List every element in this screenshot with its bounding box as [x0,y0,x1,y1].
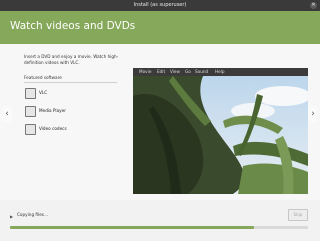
preview-menu-view: View [170,69,180,74]
vlc-icon [25,88,36,99]
install-progress-fill [10,226,255,229]
corn-field-photo [133,76,308,194]
slide-content: ‹ Insert a DVD and enjoy a movie. Watch … [0,44,320,200]
featured-divider [24,82,117,83]
close-icon[interactable]: ✕ [310,2,317,9]
expand-triangle-icon[interactable]: ▶ [10,214,13,219]
software-item-vlc: VLC [24,85,117,103]
next-slide-button[interactable]: › [308,106,318,122]
codecs-icon [25,124,36,135]
preview-menubar: Movie Edit View Go Sound Help [133,68,308,76]
window-title: Install (as superuser) [133,2,187,8]
preview-menu-edit: Edit [157,69,166,74]
software-label: VLC [39,90,48,95]
software-item-media-player: Media Player [24,103,117,121]
slide-header: Watch videos and DVDs [0,11,320,44]
featured-software-heading: Featured software [24,75,62,80]
software-item-video-codecs: Video codecs [24,121,117,139]
media-player-icon [25,106,36,117]
slide-description: Insert a DVD and enjoy a movie. Watch hi… [24,54,119,65]
previous-slide-button[interactable]: ‹ [2,106,12,122]
install-status: Copying files... [17,212,48,217]
install-progress-bar [10,226,308,229]
preview-menu-movie: Movie [139,69,152,74]
software-label: Media Player [39,108,66,113]
chevron-left-icon: ‹ [5,109,9,119]
installer-window: Install (as superuser) ✕ Watch videos an… [0,0,320,241]
slide-title: Watch videos and DVDs [10,20,136,32]
preview-menu-sound: Sound [195,69,209,74]
preview-menu-help: Help [215,69,225,74]
media-player-preview: Movie Edit View Go Sound Help [133,68,308,194]
preview-menu-go: Go [185,69,191,74]
install-footer: ▶ Copying files... Skip [0,200,320,241]
chevron-right-icon: › [311,109,315,119]
titlebar: Install (as superuser) ✕ [0,0,320,11]
skip-button[interactable]: Skip [288,209,308,221]
software-label: Video codecs [39,126,67,131]
